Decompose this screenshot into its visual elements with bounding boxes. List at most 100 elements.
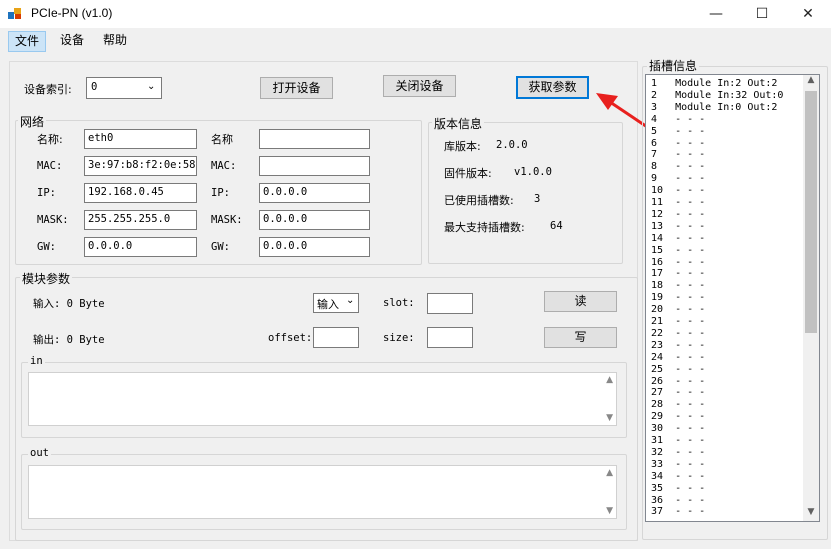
input-bytes-label: 输入: 0 Byte <box>33 298 105 310</box>
slot-label: slot: <box>383 297 415 309</box>
offset-label: offset: <box>268 332 313 344</box>
slot-list-item[interactable]: 2 Module In:32 Out:0 <box>651 90 783 102</box>
slots-scrollbar[interactable]: ▲ ▼ <box>803 75 819 521</box>
out-textarea[interactable]: ▲ ▼ <box>28 465 617 519</box>
mask-label: MASK: <box>37 214 69 226</box>
close-device-button[interactable]: 关闭设备 <box>383 75 456 97</box>
name-field-2[interactable] <box>259 129 370 149</box>
device-index-label: 设备索引: <box>24 83 72 96</box>
write-button[interactable]: 写 <box>544 327 617 348</box>
slot-list-item[interactable]: 28 - - - <box>651 399 705 411</box>
max-slots-label: 最大支持插槽数: <box>444 221 525 234</box>
open-device-button[interactable]: 打开设备 <box>260 77 333 99</box>
slot-list-item[interactable]: 35 - - - <box>651 483 705 495</box>
mac-label-2: MAC: <box>211 160 237 172</box>
close-button[interactable]: ✕ <box>785 0 831 28</box>
slot-list-item[interactable]: 34 - - - <box>651 471 705 483</box>
lib-version-value: 2.0.0 <box>496 139 528 151</box>
slot-list-item[interactable]: 15 - - - <box>651 245 705 257</box>
slot-list-item[interactable]: 37 - - - <box>651 506 705 518</box>
size-field[interactable] <box>427 327 473 348</box>
slot-list-item[interactable]: 6 - - - <box>651 138 705 150</box>
mac-field[interactable]: 3e:97:b8:f2:0e:58 <box>84 156 197 176</box>
slot-list-item[interactable]: 21 - - - <box>651 316 705 328</box>
app-icon <box>8 6 22 20</box>
device-index-value: 0 <box>91 81 98 93</box>
slot-list-item[interactable]: 1 Module In:2 Out:2 <box>651 78 777 90</box>
window-title: PCIe-PN (v1.0) <box>31 6 113 20</box>
slot-list-item[interactable]: 5 - - - <box>651 126 705 138</box>
direction-value: 输入 <box>317 298 339 311</box>
slot-list-item[interactable]: 7 - - - <box>651 149 705 161</box>
slot-list-item[interactable]: 16 - - - <box>651 257 705 269</box>
read-button[interactable]: 读 <box>544 291 617 312</box>
used-slots-value: 3 <box>534 193 541 205</box>
slot-list-item[interactable]: 12 - - - <box>651 209 705 221</box>
mask-field-2[interactable]: 0.0.0.0 <box>259 210 370 230</box>
slot-list-item[interactable]: 14 - - - <box>651 233 705 245</box>
slot-list-item[interactable]: 9 - - - <box>651 173 705 185</box>
slot-list-item[interactable]: 24 - - - <box>651 352 705 364</box>
offset-field[interactable] <box>313 327 359 348</box>
in-group-title: in <box>28 355 45 367</box>
scroll-down-icon[interactable]: ▼ <box>803 507 819 521</box>
ip-field[interactable]: 192.168.0.45 <box>84 183 197 203</box>
size-label: size: <box>383 332 415 344</box>
device-index-select[interactable]: 0 ⌄ <box>86 77 162 99</box>
gw-field-2[interactable]: 0.0.0.0 <box>259 237 370 257</box>
slot-list-item[interactable]: 8 - - - <box>651 161 705 173</box>
slot-list-item[interactable]: 36 - - - <box>651 495 705 507</box>
out-group-title: out <box>28 447 51 459</box>
used-slots-label: 已使用插槽数: <box>444 194 514 207</box>
scroll-down-icon[interactable]: ▼ <box>606 413 613 423</box>
version-group-title: 版本信息 <box>432 115 485 132</box>
mac-field-2[interactable] <box>259 156 370 176</box>
gw-label-2: GW: <box>211 241 230 253</box>
direction-select[interactable]: 输入 ⌄ <box>313 293 359 313</box>
fw-version-value: v1.0.0 <box>514 166 552 178</box>
max-slots-value: 64 <box>550 220 563 232</box>
slot-list-item[interactable]: 17 - - - <box>651 268 705 280</box>
minimize-button[interactable]: — <box>693 0 739 28</box>
slot-list-item[interactable]: 4 - - - <box>651 114 705 126</box>
slot-list-item[interactable]: 22 - - - <box>651 328 705 340</box>
slot-list-item[interactable]: 30 - - - <box>651 423 705 435</box>
scrollbar-thumb[interactable] <box>805 91 817 333</box>
slot-list-item[interactable]: 20 - - - <box>651 304 705 316</box>
slot-list-item[interactable]: 33 - - - <box>651 459 705 471</box>
slot-list-item[interactable]: 27 - - - <box>651 387 705 399</box>
slot-list-item[interactable]: 11 - - - <box>651 197 705 209</box>
slot-list-item[interactable]: 23 - - - <box>651 340 705 352</box>
menu-file[interactable]: 文件 <box>8 31 47 52</box>
slot-list-item[interactable]: 3 Module In:0 Out:2 <box>651 102 777 114</box>
slot-list-item[interactable]: 25 - - - <box>651 364 705 376</box>
lib-version-label: 库版本: <box>444 140 481 153</box>
slot-field[interactable] <box>427 293 473 314</box>
slot-list-item[interactable]: 29 - - - <box>651 411 705 423</box>
in-textarea[interactable]: ▲ ▼ <box>28 372 617 426</box>
menu-help[interactable]: 帮助 <box>97 31 133 50</box>
maximize-button[interactable]: ☐ <box>739 0 785 28</box>
slots-listbox[interactable]: 1 Module In:2 Out:2 2 Module In:32 Out:0 3… <box>645 74 820 522</box>
title-bar: PCIe-PN (v1.0) — ☐ ✕ <box>0 0 831 28</box>
slot-list-item[interactable]: 26 - - - <box>651 376 705 388</box>
slot-list-item[interactable]: 19 - - - <box>651 292 705 304</box>
scroll-down-icon[interactable]: ▼ <box>606 506 613 516</box>
slot-list-item[interactable]: 13 - - - <box>651 221 705 233</box>
slot-list-item[interactable]: 32 - - - <box>651 447 705 459</box>
scroll-up-icon[interactable]: ▲ <box>606 468 613 478</box>
scroll-up-icon[interactable]: ▲ <box>606 375 613 385</box>
name-field[interactable]: eth0 <box>84 129 197 149</box>
mask-field[interactable]: 255.255.255.0 <box>84 210 197 230</box>
slot-list-item[interactable]: 18 - - - <box>651 280 705 292</box>
ip-field-2[interactable]: 0.0.0.0 <box>259 183 370 203</box>
get-params-button[interactable]: 获取参数 <box>516 76 589 99</box>
slot-list-item[interactable]: 31 - - - <box>651 435 705 447</box>
slot-list-item[interactable]: 10 - - - <box>651 185 705 197</box>
menu-device[interactable]: 设备 <box>54 31 90 50</box>
network-group-title: 网络 <box>18 113 47 130</box>
slots-group-title: 插槽信息 <box>647 57 700 74</box>
menu-bar: 文件 设备 帮助 <box>0 28 831 52</box>
gw-field[interactable]: 0.0.0.0 <box>84 237 197 257</box>
scroll-up-icon[interactable]: ▲ <box>803 75 819 89</box>
